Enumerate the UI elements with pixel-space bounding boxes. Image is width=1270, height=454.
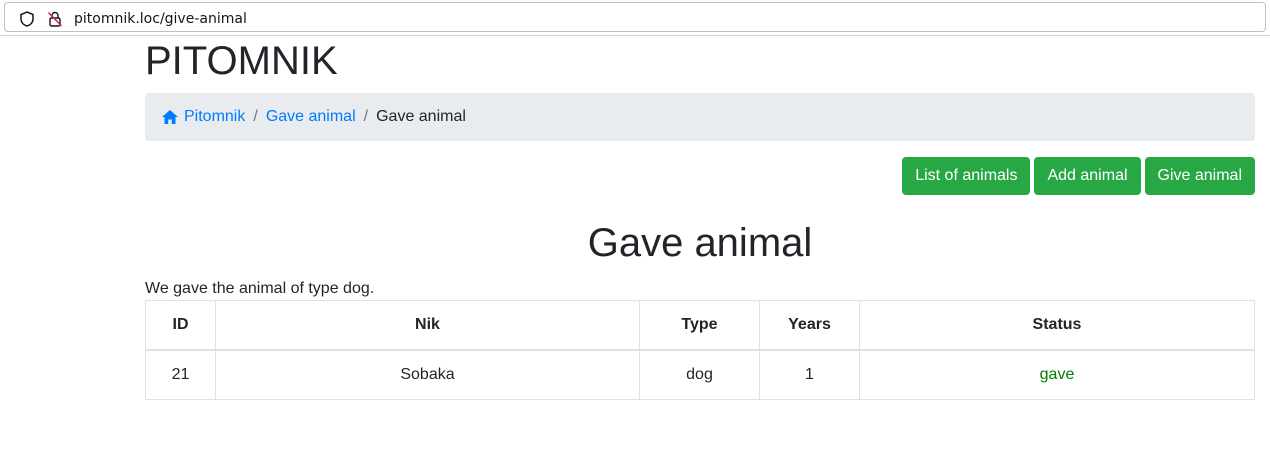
table-header-row: ID Nik Type Years Status (145, 300, 1255, 351)
home-icon (162, 110, 178, 124)
insecure-lock-icon[interactable] (46, 10, 64, 28)
page-title: Gave animal (587, 221, 813, 265)
breadcrumb: Pitomnik / Gave animal / Gave animal (145, 93, 1255, 141)
list-animals-button[interactable]: List of animals (902, 157, 1031, 195)
cell-type: dog (639, 349, 760, 400)
add-animal-button[interactable]: Add animal (1034, 157, 1141, 195)
column-header-status: Status (859, 300, 1255, 351)
table-row: 21 Sobaka dog 1 gave (145, 349, 1255, 400)
breadcrumb-current: Gave animal (376, 108, 466, 125)
give-animal-button[interactable]: Give animal (1144, 157, 1255, 195)
result-message: We gave the animal of type dog. (145, 280, 375, 297)
cell-status: gave (859, 349, 1255, 400)
cell-years: 1 (759, 349, 860, 400)
breadcrumb-separator: / (363, 108, 369, 125)
breadcrumb-home-label: Pitomnik (184, 108, 246, 125)
column-header-type: Type (639, 300, 760, 351)
column-header-id: ID (145, 300, 216, 351)
column-header-nik: Nik (215, 300, 640, 351)
address-bar[interactable]: pitomnik.loc/give-animal (4, 2, 1266, 32)
animals-table: ID Nik Type Years Status 21 Sobaka dog 1… (145, 300, 1255, 400)
breadcrumb-separator: / (253, 108, 258, 125)
cell-nik: Sobaka (215, 349, 640, 400)
url-text[interactable]: pitomnik.loc/give-animal (74, 11, 247, 27)
breadcrumb-parent-link[interactable]: Gave animal (266, 108, 356, 126)
shield-icon[interactable] (18, 10, 36, 28)
column-header-years: Years (759, 300, 860, 351)
browser-toolbar: pitomnik.loc/give-animal (0, 0, 1270, 36)
breadcrumb-home-link[interactable]: Pitomnik (161, 108, 245, 126)
site-brand: PITOMNIK (145, 39, 338, 83)
cell-id: 21 (145, 349, 216, 400)
action-buttons: List of animals Add animal Give animal (902, 157, 1255, 195)
